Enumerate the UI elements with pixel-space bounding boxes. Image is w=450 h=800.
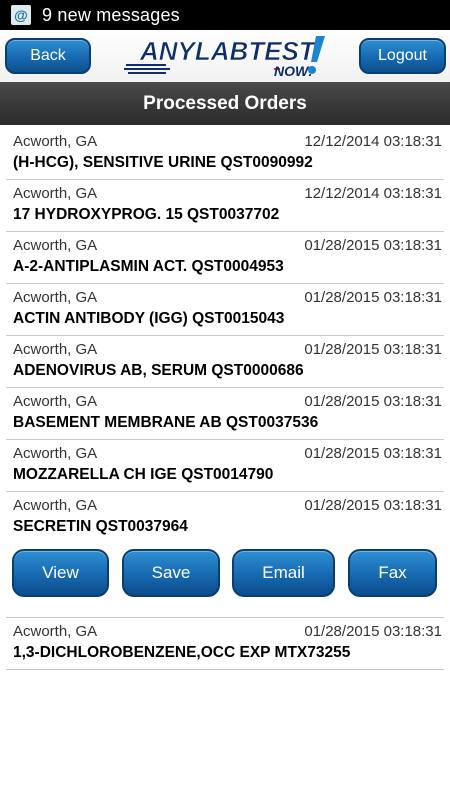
- order-location: Acworth, GA: [13, 497, 98, 514]
- order-row[interactable]: Acworth, GA 01/28/2015 03:18:31 BASEMENT…: [6, 388, 444, 440]
- fax-button[interactable]: Fax: [348, 549, 437, 597]
- order-location: Acworth, GA: [13, 445, 98, 462]
- status-bar: @ 9 new messages: [0, 0, 450, 30]
- order-timestamp: 01/28/2015 03:18:31: [304, 237, 442, 254]
- notification-text: 9 new messages: [42, 4, 180, 25]
- order-row-selected[interactable]: Acworth, GA 01/28/2015 03:18:31 SECRETIN…: [6, 492, 444, 543]
- order-test-name: ADENOVIRUS AB, SERUM QST0000686: [13, 362, 304, 379]
- order-location: Acworth, GA: [13, 289, 98, 306]
- order-location: Acworth, GA: [13, 237, 98, 254]
- order-row[interactable]: Acworth, GA 01/28/2015 03:18:31 ADENOVIR…: [6, 336, 444, 388]
- order-row[interactable]: Acworth, GA 01/28/2015 03:18:31 A-2-ANTI…: [6, 232, 444, 284]
- order-row[interactable]: Acworth, GA 01/28/2015 03:18:31 MOZZAREL…: [6, 440, 444, 492]
- logo-text: ANYLABTEST: [139, 36, 317, 66]
- order-row[interactable]: Acworth, GA 01/28/2015 03:18:31 ACTIN AN…: [6, 284, 444, 336]
- order-timestamp: 01/28/2015 03:18:31: [304, 445, 442, 462]
- app-header: Back ANYLABTEST NOW! Logout: [0, 30, 450, 82]
- order-timestamp: 01/28/2015 03:18:31: [304, 393, 442, 410]
- order-timestamp: 12/12/2014 03:18:31: [304, 185, 442, 202]
- view-button[interactable]: View: [12, 549, 109, 597]
- orders-list: Acworth, GA 12/12/2014 03:18:31 (H-HCG),…: [0, 128, 450, 670]
- order-location: Acworth, GA: [13, 133, 98, 150]
- order-location: Acworth, GA: [13, 185, 98, 202]
- order-test-name: ACTIN ANTIBODY (IGG) QST0015043: [13, 310, 285, 327]
- order-timestamp: 12/12/2014 03:18:31: [304, 133, 442, 150]
- order-timestamp: 01/28/2015 03:18:31: [304, 623, 442, 640]
- order-location: Acworth, GA: [13, 393, 98, 410]
- order-test-name: (H-HCG), SENSITIVE URINE QST0090992: [13, 154, 313, 171]
- order-test-name: 17 HYDROXYPROG. 15 QST0037702: [13, 206, 280, 223]
- order-test-name: A-2-ANTIPLASMIN ACT. QST0004953: [13, 258, 284, 275]
- order-location: Acworth, GA: [13, 623, 98, 640]
- order-timestamp: 01/28/2015 03:18:31: [304, 341, 442, 358]
- back-button[interactable]: Back: [5, 38, 91, 74]
- anylabtest-logo: ANYLABTEST NOW!: [124, 36, 325, 78]
- order-location: Acworth, GA: [13, 341, 98, 358]
- order-timestamp: 01/28/2015 03:18:31: [304, 497, 442, 514]
- logo-subtext: NOW!: [274, 63, 313, 78]
- order-test-name: SECRETIN QST0037964: [13, 518, 188, 535]
- logout-button[interactable]: Logout: [359, 38, 446, 74]
- email-button[interactable]: Email: [232, 549, 335, 597]
- order-test-name: 1,3-DICHLOROBENZENE,OCC EXP MTX73255: [13, 644, 351, 661]
- order-row[interactable]: Acworth, GA 12/12/2014 03:18:31 17 HYDRO…: [6, 180, 444, 232]
- order-test-name: BASEMENT MEMBRANE AB QST0037536: [13, 414, 319, 431]
- order-test-name: MOZZARELLA CH IGE QST0014790: [13, 466, 274, 483]
- order-row[interactable]: Acworth, GA 01/28/2015 03:18:31 1,3-DICH…: [6, 618, 444, 670]
- page-title: Processed Orders: [0, 82, 450, 125]
- save-button[interactable]: Save: [122, 549, 220, 597]
- order-timestamp: 01/28/2015 03:18:31: [304, 289, 442, 306]
- email-notification-icon: @: [11, 5, 31, 25]
- order-row[interactable]: Acworth, GA 12/12/2014 03:18:31 (H-HCG),…: [6, 128, 444, 180]
- order-actions: View Save Email Fax: [6, 543, 444, 618]
